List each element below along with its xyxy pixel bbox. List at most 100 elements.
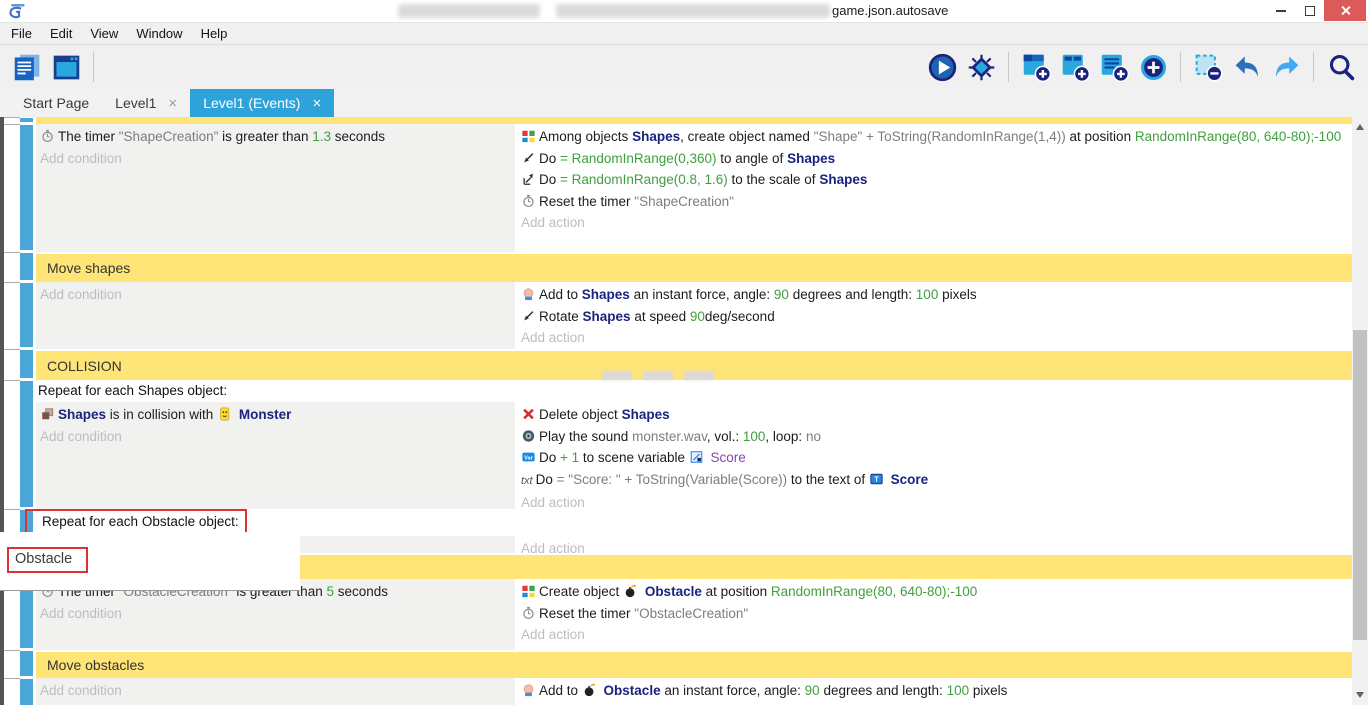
add-comment-icon[interactable] (1097, 50, 1131, 84)
comment-bar[interactable] (36, 117, 1352, 124)
comment-row: Move obstacles (0, 650, 1352, 678)
event-selection-rail[interactable] (20, 651, 33, 676)
blurred-artifact (602, 371, 714, 380)
add-condition-link[interactable]: Add condition (40, 284, 511, 306)
menu-view[interactable]: View (81, 26, 127, 41)
for-each-header[interactable]: Repeat for each Shapes object: (36, 380, 1352, 402)
tab-level1[interactable]: Level1 × (102, 89, 190, 117)
direction-icon (521, 151, 536, 165)
action[interactable]: Delete object Shapes (521, 404, 1346, 426)
toolbar-right-group (925, 50, 1358, 84)
event-rows: The timer "ShapeCreation" is greater tha… (0, 117, 1352, 705)
sound-icon (521, 429, 536, 443)
event-selection-rail[interactable] (20, 679, 33, 705)
action[interactable]: Add to Shapes an instant force, angle: 9… (521, 284, 1346, 306)
add-new-icon[interactable] (1136, 50, 1170, 84)
preview-play-icon[interactable] (925, 50, 959, 84)
actions-column: Create object Obstacle at position Rando… (515, 579, 1352, 650)
actions-column: Add to Obstacle an instant force, angle:… (515, 678, 1352, 705)
event-row: The timer "ShapeCreation" is greater tha… (0, 124, 1352, 252)
comment-row: Move shapes (0, 252, 1352, 282)
condition[interactable]: The timer "ShapeCreation" is greater tha… (40, 126, 511, 148)
scene-variable-icon (689, 450, 704, 464)
add-subevent-icon[interactable] (1058, 50, 1092, 84)
menu-help[interactable]: Help (192, 26, 237, 41)
action[interactable]: txtDo = "Score: " + ToString(Variable(Sc… (521, 469, 1346, 493)
add-event-icon[interactable] (1019, 50, 1053, 84)
undo-icon[interactable] (1230, 50, 1264, 84)
svg-text:T: T (874, 476, 879, 483)
partial-comment-row (0, 117, 1352, 124)
bomb-icon (623, 584, 638, 598)
action[interactable]: Do = RandomInRange(0,360) to angle of Sh… (521, 148, 1346, 170)
event-selection-rail[interactable] (20, 350, 33, 378)
conditions-column: Shapes is in collision with MonsterAdd c… (36, 402, 515, 509)
action[interactable]: Add to Obstacle an instant force, angle:… (521, 680, 1346, 702)
event-selection-rail[interactable] (20, 381, 33, 507)
add-action-link[interactable]: Add action (521, 538, 1346, 553)
object-autocomplete-popup: Obstacle (0, 532, 300, 591)
action[interactable]: Play the sound monster.wav, vol.: 100, l… (521, 426, 1346, 448)
minimize-button[interactable] (1266, 0, 1295, 21)
blurred-title-text (556, 4, 830, 18)
scrollbar-thumb[interactable] (1353, 330, 1367, 640)
event-row: Add condition Add to Obstacle an instant … (0, 678, 1352, 705)
actions-column: Among objects Shapes, create object name… (515, 124, 1352, 252)
add-action-link[interactable]: Add action (521, 702, 1346, 705)
action[interactable]: Reset the timer "ObstacleCreation" (521, 603, 1346, 625)
menu-edit[interactable]: Edit (41, 26, 81, 41)
start-page-icon[interactable] (49, 50, 83, 84)
autocomplete-item-obstacle[interactable]: Obstacle (7, 547, 88, 573)
toolbar (0, 45, 1368, 89)
close-button[interactable] (1324, 0, 1366, 21)
debug-icon[interactable] (964, 50, 998, 84)
svg-text:Var: Var (524, 455, 533, 461)
search-icon[interactable] (1324, 50, 1358, 84)
add-action-link[interactable]: Add action (521, 212, 1346, 234)
close-tab-icon[interactable]: × (312, 96, 321, 111)
scroll-down-arrow-icon[interactable] (1356, 692, 1364, 698)
event-selection-rail[interactable] (20, 283, 33, 347)
gdevelop-window: game.json.autosave File Edit View Window… (0, 0, 1368, 705)
timer-icon (521, 194, 536, 208)
action[interactable]: Create object Obstacle at position Rando… (521, 581, 1346, 603)
action[interactable]: Reset the timer "ShapeCreation" (521, 191, 1346, 213)
comment-bar[interactable]: Move obstacles (36, 650, 1352, 678)
add-action-link[interactable]: Add action (521, 624, 1346, 646)
conditions-column: Add condition (36, 282, 515, 349)
collision-icon (40, 407, 55, 421)
action[interactable]: Rotate Shapes at speed 90deg/second (521, 306, 1346, 328)
create-object-icon (521, 129, 536, 143)
action[interactable]: Do = RandomInRange(0.8, 1.6) to the scal… (521, 169, 1346, 191)
event-selection-rail[interactable] (20, 253, 33, 280)
action[interactable]: Among objects Shapes, create object name… (521, 126, 1346, 148)
event-selection-rail[interactable] (20, 118, 33, 122)
tab-level1-events[interactable]: Level1 (Events) × (190, 89, 334, 117)
comment-bar[interactable]: Move shapes (36, 252, 1352, 282)
tab-label: Level1 (Events) (203, 95, 300, 111)
add-condition-link[interactable]: Add condition (40, 148, 511, 170)
event-selection-rail[interactable] (20, 125, 33, 250)
close-tab-icon[interactable]: × (168, 96, 177, 111)
add-condition-link[interactable]: Add condition (40, 680, 511, 702)
text-action-icon: txt (521, 471, 533, 493)
redo-icon[interactable] (1269, 50, 1303, 84)
vertical-scrollbar[interactable] (1352, 117, 1368, 705)
add-condition-link[interactable]: Add condition (40, 603, 511, 625)
menu-window[interactable]: Window (127, 26, 191, 41)
menu-file[interactable]: File (2, 26, 41, 41)
add-action-link[interactable]: Add action (521, 492, 1346, 509)
tab-start-page[interactable]: Start Page (10, 89, 102, 117)
condition[interactable]: Shapes is in collision with Monster (40, 404, 511, 426)
add-condition-link[interactable]: Add condition (40, 426, 511, 448)
add-action-link[interactable]: Add action (521, 327, 1346, 349)
scale-icon (521, 172, 536, 186)
toolbar-left-group (10, 50, 99, 84)
blurred-title-text (398, 4, 540, 18)
restore-button[interactable] (1295, 0, 1324, 21)
action[interactable]: VarDo + 1 to scene variable Score (521, 447, 1346, 469)
for-each-event-row: Repeat for each Shapes object:Shapes is … (0, 380, 1352, 509)
remove-event-icon[interactable] (1191, 50, 1225, 84)
scroll-up-arrow-icon[interactable] (1356, 124, 1364, 130)
project-manager-icon[interactable] (10, 50, 44, 84)
